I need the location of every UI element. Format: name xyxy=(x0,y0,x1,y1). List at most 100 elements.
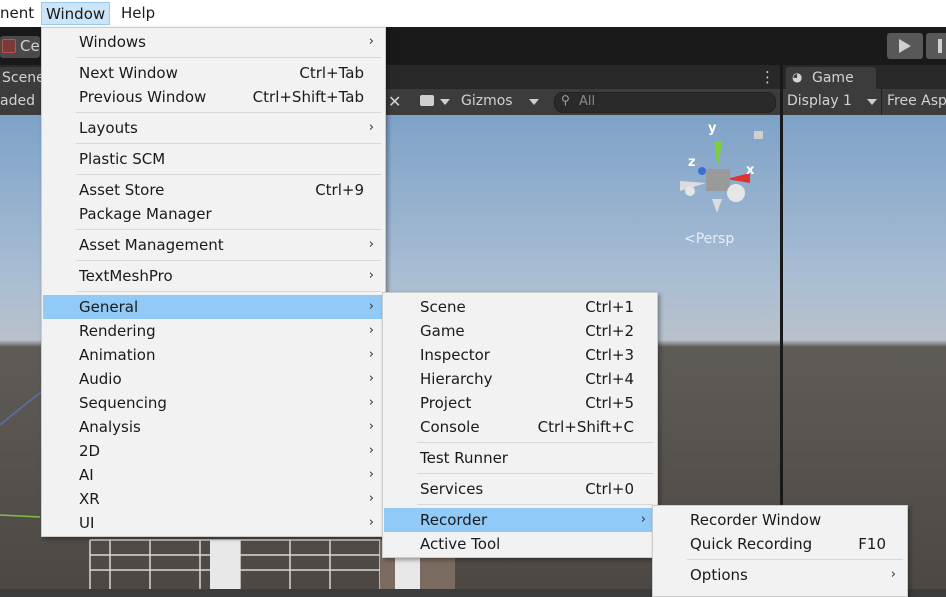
chevron-right-icon: › xyxy=(368,268,374,283)
general-menu-item-inspector[interactable]: Inspector Ctrl+3 xyxy=(384,343,656,367)
aspect-dropdown[interactable]: Free Asp xyxy=(887,91,946,111)
recorder-menu-item-label: Recorder Window xyxy=(690,511,822,529)
window-menu-item-label: Analysis xyxy=(79,418,141,436)
general-menu-item-hierarchy[interactable]: Hierarchy Ctrl+4 xyxy=(384,367,656,391)
window-menu-item-asset-store[interactable]: Asset Store Ctrl+9 xyxy=(43,178,384,202)
chevron-right-icon: › xyxy=(368,395,374,410)
window-menu-item-2d[interactable]: 2D › xyxy=(43,439,384,463)
window-menu-item-next-window[interactable]: Next Window Ctrl+Tab xyxy=(43,61,384,85)
gizmos-chevron-down-icon[interactable] xyxy=(529,99,539,105)
general-submenu: Scene Ctrl+1 Game Ctrl+2 Inspector Ctrl+3 Hier… xyxy=(382,292,658,558)
recorder-menu-item-recorder-window[interactable]: Recorder Window xyxy=(654,508,906,532)
menu-separator xyxy=(76,57,381,58)
menu-separator xyxy=(417,473,653,474)
general-menu-item-scene[interactable]: Scene Ctrl+1 xyxy=(384,295,656,319)
window-menu-item-xr[interactable]: XR › xyxy=(43,487,384,511)
scene-orientation-gizmo[interactable]: y z x xyxy=(676,121,756,219)
window-menu-item-animation[interactable]: Animation › xyxy=(43,343,384,367)
general-menu-item-active-tool[interactable]: Active Tool xyxy=(384,532,656,556)
center-pivot-toggle[interactable]: Ce xyxy=(0,36,40,58)
tab-game[interactable]: ◕ Game xyxy=(786,67,876,89)
search-icon: ⚲ xyxy=(561,93,570,107)
shading-mode-label[interactable]: aded xyxy=(0,91,35,111)
chevron-right-icon: › xyxy=(368,467,374,482)
chevron-right-icon: › xyxy=(368,419,374,434)
recorder-menu-item-options[interactable]: Options › xyxy=(654,563,906,587)
window-menu-item-rendering[interactable]: Rendering › xyxy=(43,319,384,343)
chevron-right-icon: › xyxy=(368,237,374,252)
window-menu-item-label: Windows xyxy=(79,33,146,51)
lock-icon[interactable] xyxy=(754,131,763,139)
chevron-down-icon[interactable] xyxy=(440,99,450,105)
recorder-menu-item-quick-recording[interactable]: Quick Recording F10 xyxy=(654,532,906,556)
window-menu-item-plastic-scm[interactable]: Plastic SCM xyxy=(43,147,384,171)
general-menu-item-label: Project xyxy=(420,394,472,412)
persp-label: Persp xyxy=(695,231,735,247)
gizmo-z-label: z xyxy=(688,155,696,170)
window-menu-item-label: General xyxy=(79,298,139,316)
chevron-right-icon: › xyxy=(890,567,896,582)
display-chevron-down-icon[interactable] xyxy=(867,99,877,105)
general-menu-item-label: Hierarchy xyxy=(420,370,493,388)
window-menu-item-label: Sequencing xyxy=(79,394,167,412)
window-menu-item-windows[interactable]: Windows › xyxy=(43,30,384,54)
window-menu-item-shortcut: Ctrl+Tab xyxy=(299,64,364,82)
window-menu-item-general[interactable]: General › xyxy=(43,295,384,319)
chevron-right-icon: › xyxy=(368,299,374,314)
window-menu-item-label: Next Window xyxy=(79,64,178,82)
window-menu-item-textmeshpro[interactable]: TextMeshPro › xyxy=(43,264,384,288)
search-placeholder: All xyxy=(579,94,596,109)
chevron-right-icon: › xyxy=(368,491,374,506)
gamepad-icon: ◕ xyxy=(792,70,803,84)
scene-search-input[interactable]: ⚲ All xyxy=(554,92,776,113)
gizmos-button[interactable]: Gizmos xyxy=(461,91,513,111)
window-menu-item-asset-management[interactable]: Asset Management › xyxy=(43,233,384,257)
window-menu-item-shortcut: Ctrl+Shift+Tab xyxy=(252,88,364,106)
tab-scene-label: Scene xyxy=(2,70,45,86)
general-menu-item-services[interactable]: Services Ctrl+0 xyxy=(384,477,656,501)
tools-icon[interactable]: ✕ xyxy=(388,92,401,111)
camera-icon[interactable] xyxy=(420,95,434,106)
menu-window[interactable]: Window xyxy=(41,2,111,25)
general-menu-item-label: Test Runner xyxy=(420,449,508,467)
general-menu-item-label: Inspector xyxy=(420,346,490,364)
window-menu-item-package-manager[interactable]: Package Manager xyxy=(43,202,384,226)
general-menu-item-console[interactable]: Console Ctrl+Shift+C xyxy=(384,415,656,439)
window-menu-item-shortcut: Ctrl+9 xyxy=(315,181,364,199)
perspective-toggle[interactable]: <Persp xyxy=(684,231,734,247)
window-menu-item-label: UI xyxy=(79,514,95,532)
general-menu-item-recorder[interactable]: Recorder › xyxy=(384,508,656,532)
play-button[interactable] xyxy=(887,33,923,59)
gizmo-y-label: y xyxy=(708,121,717,136)
pause-button[interactable] xyxy=(926,33,946,59)
general-menu-item-shortcut: Ctrl+0 xyxy=(585,480,634,498)
more-options-icon[interactable]: ⋮ xyxy=(760,68,775,86)
window-menu-item-analysis[interactable]: Analysis › xyxy=(43,415,384,439)
window-menu-item-sequencing[interactable]: Sequencing › xyxy=(43,391,384,415)
window-menu-item-label: Layouts xyxy=(79,119,138,137)
window-menu-item-ai[interactable]: AI › xyxy=(43,463,384,487)
chevron-right-icon: › xyxy=(368,34,374,49)
window-menu-item-previous-window[interactable]: Previous Window Ctrl+Shift+Tab xyxy=(43,85,384,109)
window-menu-item-label: 2D xyxy=(79,442,101,460)
menu-separator xyxy=(76,174,381,175)
menu-separator xyxy=(76,291,381,292)
menu-component[interactable]: nent xyxy=(0,2,38,25)
menu-separator xyxy=(417,504,653,505)
general-menu-item-shortcut: Ctrl+1 xyxy=(585,298,634,316)
general-menu-item-test-runner[interactable]: Test Runner xyxy=(384,446,656,470)
chevron-right-icon: › xyxy=(368,443,374,458)
window-menu-item-ui[interactable]: UI › xyxy=(43,511,384,535)
tab-scene[interactable]: Scene xyxy=(0,67,45,89)
general-menu-item-label: Services xyxy=(420,480,484,498)
center-icon xyxy=(2,39,16,53)
menu-help[interactable]: Help xyxy=(117,2,159,25)
window-menu-item-layouts[interactable]: Layouts › xyxy=(43,116,384,140)
window-menu-item-label: Rendering xyxy=(79,322,156,340)
general-menu-item-project[interactable]: Project Ctrl+5 xyxy=(384,391,656,415)
window-menu-item-audio[interactable]: Audio › xyxy=(43,367,384,391)
recorder-submenu: Recorder Window Quick Recording F10 Options… xyxy=(652,505,908,597)
general-menu-item-game[interactable]: Game Ctrl+2 xyxy=(384,319,656,343)
display-dropdown[interactable]: Display 1 xyxy=(787,91,852,111)
toolbar-divider xyxy=(881,89,882,115)
